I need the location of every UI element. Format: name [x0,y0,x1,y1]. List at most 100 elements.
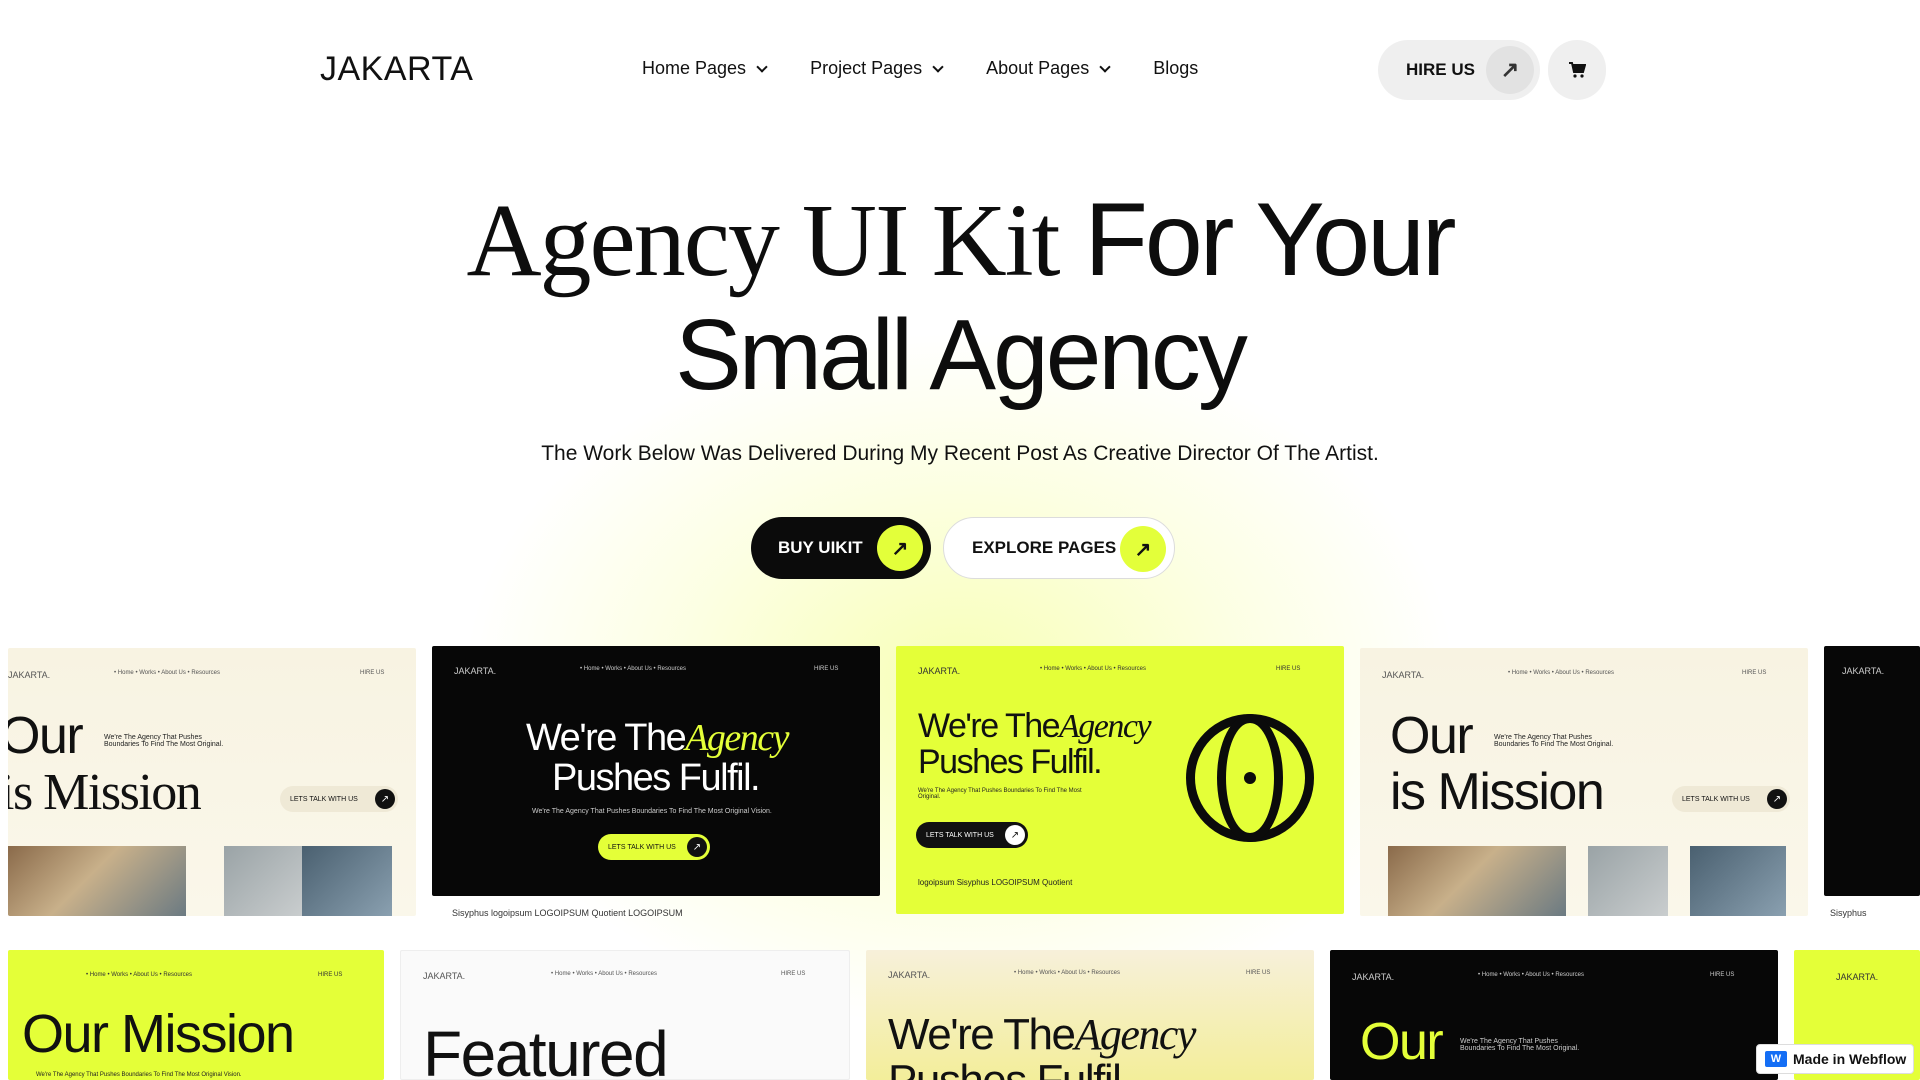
preview-photo [8,846,186,916]
preview-nav: • Home • Works • About Us • Resources [551,971,657,977]
arrow-up-right-icon: ↗ [1486,46,1534,94]
preview-nav: • Home • Works • About Us • Resources [114,670,220,676]
arrow-up-right-icon: ↗ [687,837,707,857]
preview-card[interactable]: JAKARTA. • Home • Works • About Us • Res… [400,950,850,1080]
preview-heading: We're TheAgency [918,707,1152,745]
preview-tagline: We're The Agency That Pushes Boundaries … [104,734,224,748]
nav-item-about-pages[interactable]: About Pages [986,58,1111,79]
preview-heading: Featured [423,1018,669,1080]
preview-logo: JAKARTA. [423,971,466,981]
preview-logo: JAKARTA. [454,666,497,676]
preview-hire: HIRE US [781,971,806,977]
preview-heading: Pushes Fulfil. [552,757,761,799]
lets-talk-button[interactable]: LETS TALK WITH US ↗ [598,834,710,860]
preview-logo: JAKARTA. [8,670,51,680]
preview-nav: • Home • Works • About Us • Resources [1478,972,1584,978]
lets-talk-button[interactable]: LETS TALK WITH US ↗ [1672,786,1790,812]
preview-hire: HIRE US [318,972,343,978]
preview-heading: Our [1390,707,1474,765]
chevron-down-icon [932,60,944,73]
site-logo[interactable]: JAKARTA [320,50,473,89]
hire-us-label: HIRE US [1406,60,1475,79]
preview-heading: We're TheAgency [526,717,790,759]
preview-hire: HIRE US [1276,666,1301,672]
webflow-icon: W [1765,1051,1787,1067]
preview-card[interactable]: JAKARTA. • Home • Works • About Us • Res… [8,648,416,916]
preview-card[interactable]: JAKARTA. • Home • Works • About Us • Res… [866,950,1314,1080]
made-in-webflow-badge[interactable]: W Made in Webflow [1756,1044,1914,1074]
nav-item-label: Blogs [1153,58,1199,78]
chevron-down-icon [756,60,768,73]
preview-heading: Our [8,707,84,765]
chevron-down-icon [1099,60,1111,73]
preview-logo: JAKARTA. [888,970,931,980]
buy-uikit-label: BUY UIKIT [778,538,863,557]
preview-tagline: We're The Agency That Pushes Boundaries … [532,808,772,815]
preview-hire: HIRE US [1710,972,1735,978]
cart-button[interactable] [1548,40,1606,100]
preview-tagline: We're The Agency That Pushes Boundaries … [1460,1038,1580,1052]
preview-logo: JAKARTA. [1842,666,1885,676]
preview-photo [1690,846,1786,916]
preview-nav: • Home • Works • About Us • Resources [1014,970,1120,976]
preview-photo [302,846,392,916]
preview-nav: • Home • Works • About Us • Resources [580,666,686,672]
preview-hire: HIRE US [1742,670,1767,676]
preview-photo [224,846,302,916]
preview-heading: Our Mission [22,1004,295,1064]
preview-nav: • Home • Works • About Us • Resources [86,972,192,978]
preview-heading: We're TheAgency [888,1010,1196,1059]
preview-card[interactable]: • Home • Works • About Us • Resources HI… [8,950,384,1080]
preview-heading: is Mission [1390,763,1605,821]
explore-pages-button[interactable]: EXPLORE PAGES ↗ [943,517,1175,579]
lets-talk-button[interactable]: LETS TALK WITH US ↗ [280,786,398,812]
preview-logo: JAKARTA. [1836,972,1879,982]
brand-logos: Sisyphus [1830,908,1867,918]
hero-title-serif: Agency UI Kit [466,183,1060,298]
brand-logos: logoipsum Sisyphus LOGOIPSUM Quotient [918,878,1073,887]
hero-subtitle: The Work Below Was Delivered During My R… [541,442,1379,465]
preview-tagline: We're The Agency That Pushes Boundaries … [36,1072,242,1078]
preview-logo: JAKARTA. [1382,670,1425,680]
lets-talk-button[interactable]: LETS TALK WITH US ↗ [916,822,1028,848]
preview-logo: JAKARTA. [918,666,961,676]
nav-item-label: About Pages [986,58,1090,78]
preview-card[interactable]: JAKARTA. [1824,646,1920,896]
preview-nav: • Home • Works • About Us • Resources [1508,670,1614,676]
preview-card[interactable]: JAKARTA. • Home • Works • About Us • Res… [896,646,1344,914]
buy-uikit-button[interactable]: BUY UIKIT ↗ [751,517,931,579]
preview-tagline: We're The Agency That Pushes Boundaries … [1494,734,1614,748]
explore-pages-label: EXPLORE PAGES [972,538,1117,557]
preview-photo [1388,846,1566,916]
preview-hire: HIRE US [1246,970,1271,976]
hero-title-sans: For Your [1084,182,1456,298]
preview-tagline: We're The Agency That Pushes Boundaries … [918,788,1082,800]
preview-card[interactable]: JAKARTA. • Home • Works • About Us • Res… [432,646,880,896]
preview-heading: Our [1360,1013,1444,1071]
preview-card[interactable]: JAKARTA. • Home • Works • About Us • Res… [1360,648,1808,916]
hire-us-button[interactable]: HIRE US ↗ [1378,40,1540,100]
globe-icon [1186,714,1314,842]
preview-photo [1588,846,1668,916]
arrow-up-right-icon: ↗ [375,789,395,809]
preview-heading: is Mission [8,764,202,821]
arrow-up-right-icon: ↗ [1767,789,1787,809]
arrow-up-right-icon: ↗ [877,525,923,571]
main-menu: Home Pages Project Pages About Pages Blo… [642,58,1242,79]
preview-card[interactable]: JAKARTA. • Home • Works • About Us • Res… [1330,950,1778,1080]
arrow-up-right-icon: ↗ [1005,825,1025,845]
webflow-label: Made in Webflow [1793,1051,1907,1067]
nav-item-project-pages[interactable]: Project Pages [810,58,944,79]
cart-icon [1569,62,1586,78]
hero-title-line-1: Agency UI Kit For Your [0,185,1920,296]
hero-title-line-2: Small Agency [675,299,1248,411]
nav-item-home-pages[interactable]: Home Pages [642,58,768,79]
preview-heading: Pushes Fulfil. [918,743,1103,781]
preview-heading: Pushes Fulfil [888,1058,1122,1080]
preview-logo: JAKARTA. [1352,972,1395,982]
preview-hire: HIRE US [360,670,385,676]
preview-hire: HIRE US [814,666,839,672]
brand-logos: Sisyphus logoipsum LOGOIPSUM Quotient LO… [452,908,683,918]
nav-item-blogs[interactable]: Blogs [1153,58,1198,79]
preview-nav: • Home • Works • About Us • Resources [1040,666,1146,672]
